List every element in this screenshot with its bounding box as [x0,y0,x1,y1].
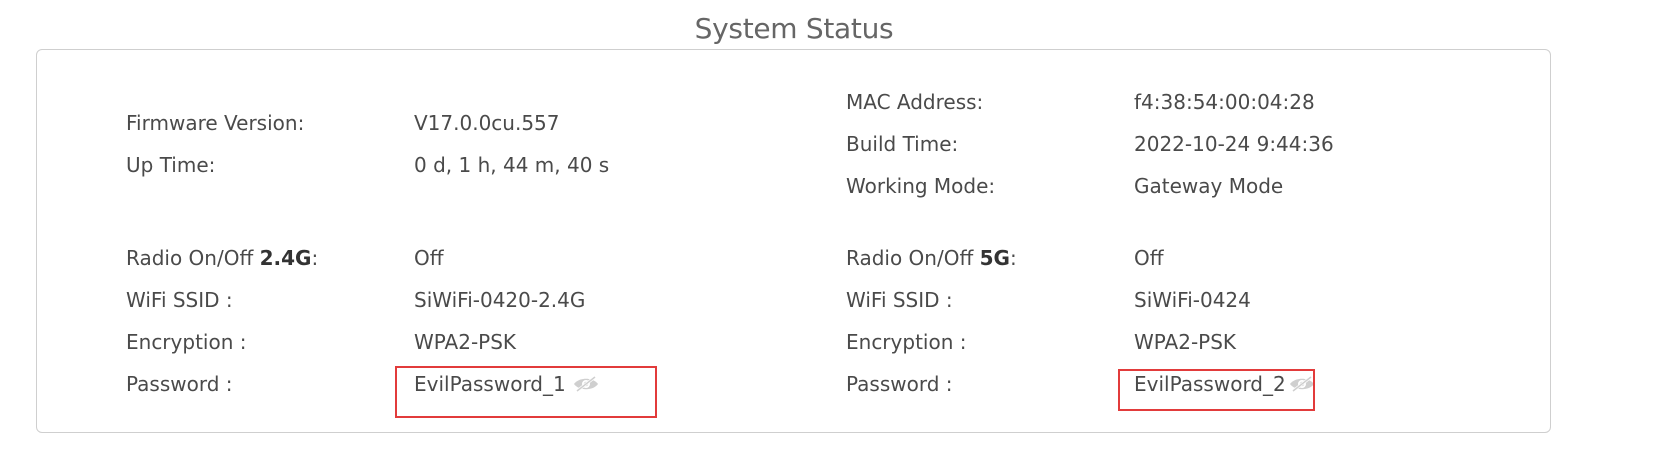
ssid-5g-value: SiWiFi-0424 [1134,288,1251,312]
encryption-24g-label: Encryption : [126,330,247,354]
radio-24g-value: Off [414,246,444,270]
radio-24g-label-prefix: Radio On/Off [126,246,260,270]
firmware-version-label: Firmware Version: [126,111,305,135]
build-time-label: Build Time: [846,132,959,156]
build-time-value: 2022-10-24 9:44:36 [1134,132,1334,156]
radio-5g-label-suffix: : [1009,246,1017,270]
mac-address-label: MAC Address: [846,90,984,114]
firmware-version-value: V17.0.0cu.557 [414,111,560,135]
radio-5g-band: 5G [979,246,1010,270]
radio-5g-value: Off [1134,246,1164,270]
radio-24g-band: 2.4G [259,246,312,270]
encryption-24g-value: WPA2-PSK [414,330,517,354]
encryption-5g-label: Encryption : [846,330,967,354]
ssid-24g-label: WiFi SSID : [126,288,233,312]
page-title: System Status [694,12,894,45]
encryption-5g-value: WPA2-PSK [1134,330,1237,354]
working-mode-value: Gateway Mode [1134,174,1284,198]
radio-24g-label-suffix: : [311,246,319,270]
mac-address-value: f4:38:54:00:04:28 [1134,90,1315,114]
password-24g-label: Password : [126,372,233,396]
up-time-value: 0 d, 1 h, 44 m, 40 s [414,153,610,177]
system-status-panel [36,49,1551,433]
password-24g-highlight-box [395,366,657,418]
working-mode-label: Working Mode: [846,174,996,198]
password-5g-label: Password : [846,372,953,396]
ssid-5g-label: WiFi SSID : [846,288,953,312]
up-time-label: Up Time: [126,153,216,177]
password-5g-highlight-box [1118,369,1315,411]
ssid-24g-value: SiWiFi-0420-2.4G [414,288,586,312]
radio-5g-label: Radio On/Off 5G: [846,246,1017,270]
radio-5g-label-prefix: Radio On/Off [846,246,980,270]
radio-24g-label: Radio On/Off 2.4G: [126,246,318,270]
